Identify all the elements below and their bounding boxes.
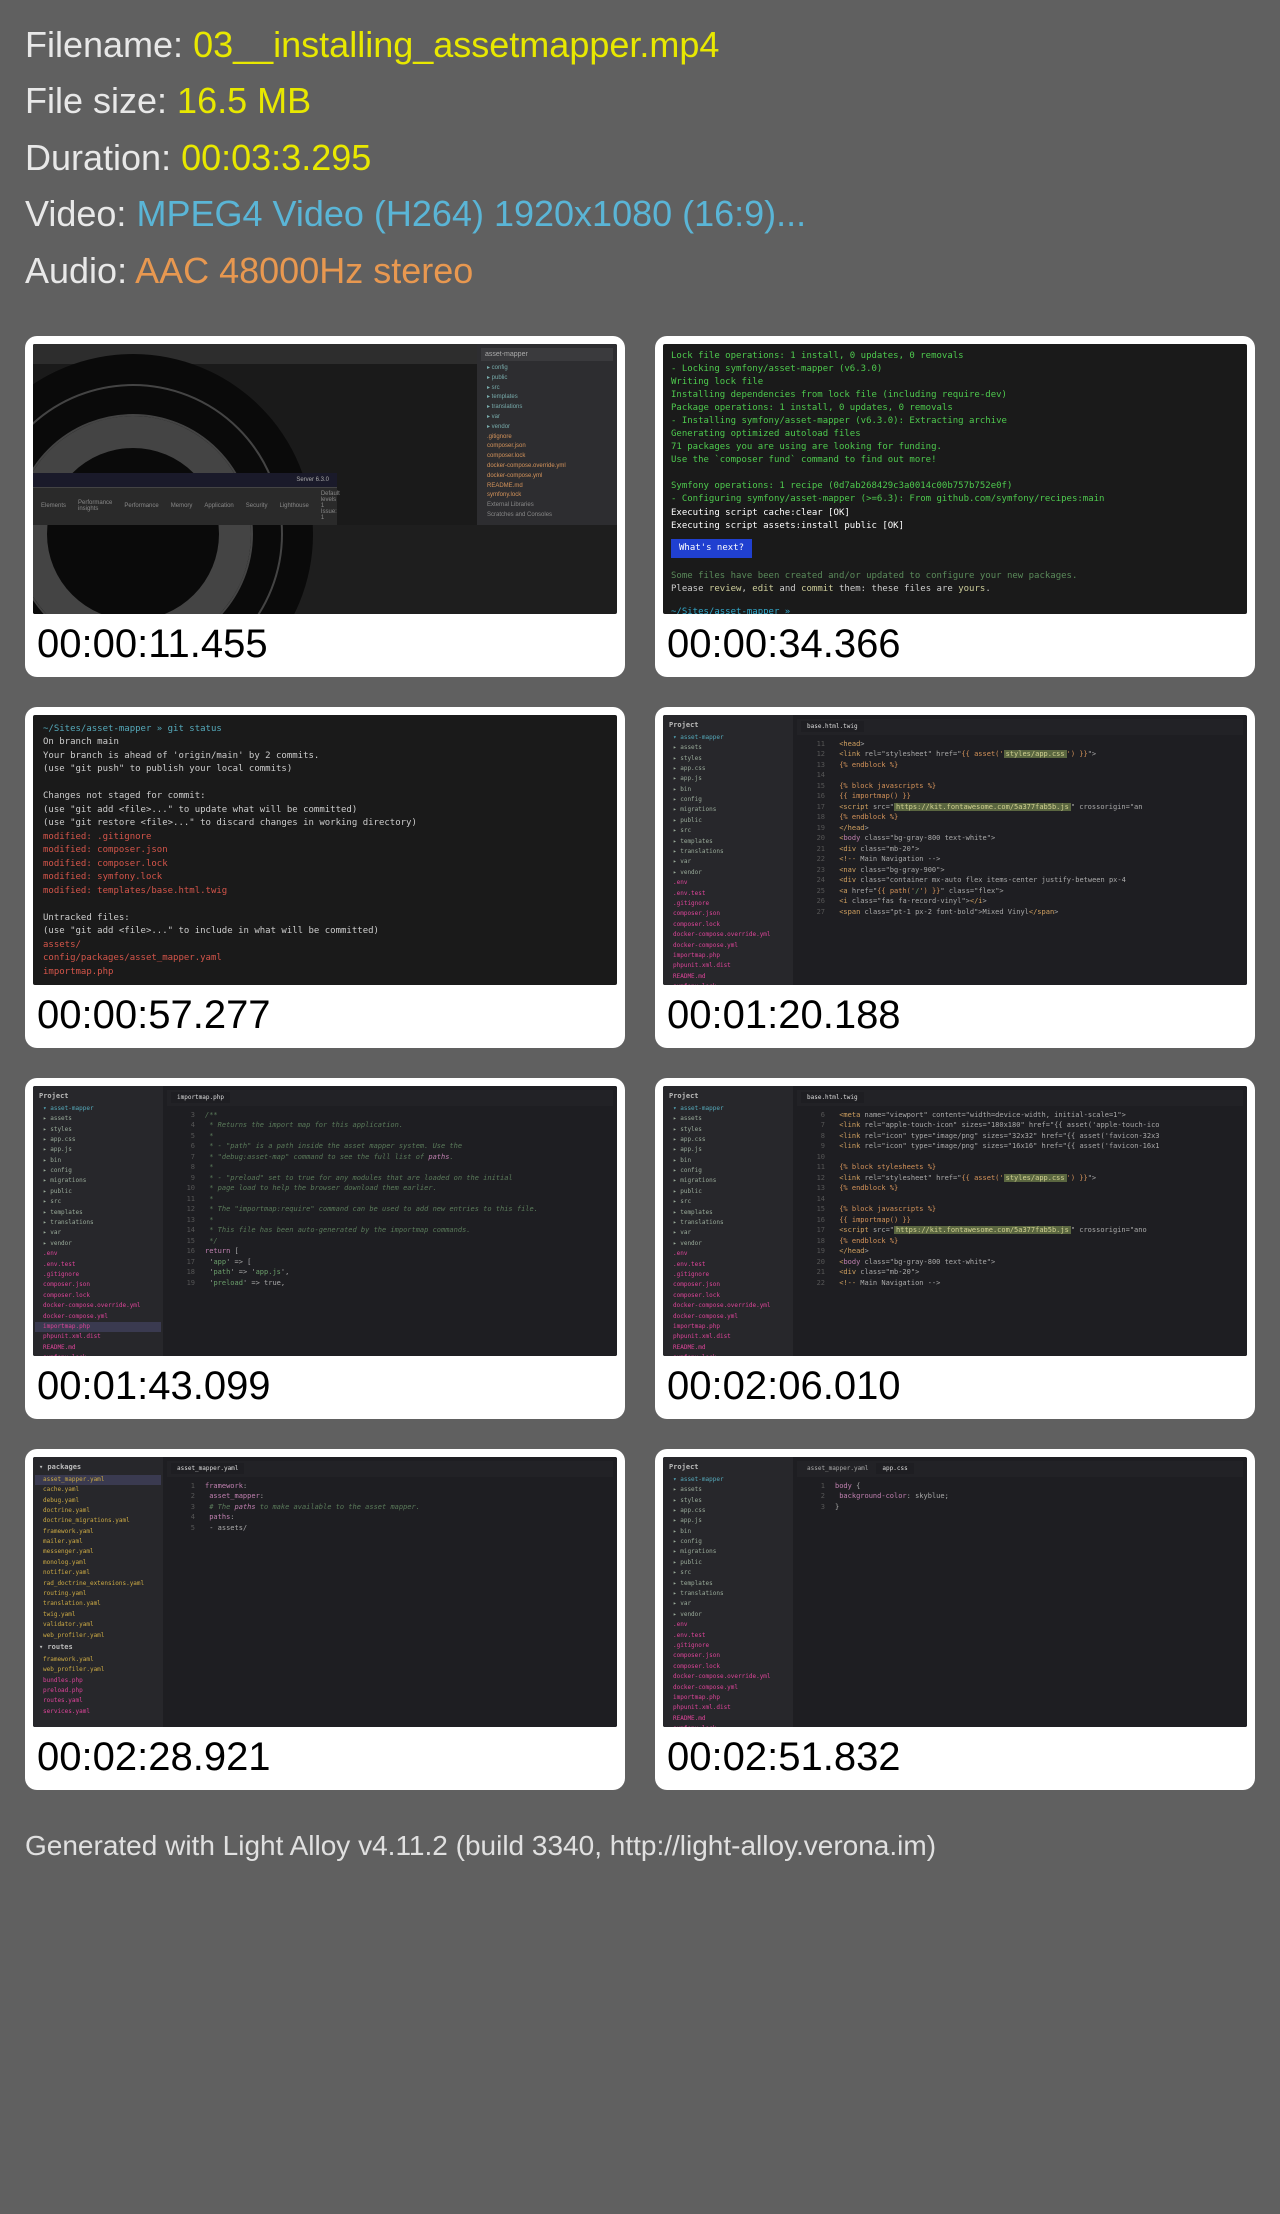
thumbnail-image: ~/Sites/asset-mapper » git statusOn bran… xyxy=(33,715,617,985)
whats-next-button: What's next? xyxy=(671,539,752,558)
timestamp: 00:02:28.921 xyxy=(33,1727,617,1782)
generator-footer: Generated with Light Alloy v4.11.2 (buil… xyxy=(25,1830,1255,1862)
code-editor: 1body {2 background-color: skyblue;3} xyxy=(797,1477,1243,1517)
filesize-label: File size: xyxy=(25,80,167,121)
thumbnail-card: Lock file operations: 1 install, 0 updat… xyxy=(655,336,1255,677)
thumbnail-image: Project▾ asset-mapper ▸ assets ▸ styles … xyxy=(33,1086,617,1356)
ide-sidebar: Project▾ asset-mapper ▸ assets ▸ styles … xyxy=(33,1086,163,1356)
ide-tabs: importmap.php xyxy=(167,1090,613,1106)
duration-value: 00:03:3.295 xyxy=(181,137,371,178)
timestamp: 00:02:51.832 xyxy=(663,1727,1247,1782)
audio-row: Audio: AAC 48000Hz stereo xyxy=(25,246,1255,296)
filename-row: Filename: 03__installing_assetmapper.mp4 xyxy=(25,20,1255,70)
code-editor: 11 <head>12 <link rel="stylesheet" href=… xyxy=(797,735,1243,922)
ide-sidebar: Project▾ asset-mapper ▸ assets ▸ styles … xyxy=(663,1086,793,1356)
thumbnail-image: ▾ packages asset_mapper.yaml cache.yaml … xyxy=(33,1457,617,1727)
audio-label: Audio: xyxy=(25,250,127,291)
duration-row: Duration: 00:03:3.295 xyxy=(25,133,1255,183)
browser-devtools-tabs: ElementsPerformance insightsPerformanceM… xyxy=(33,487,337,525)
ide-sidebar: ▾ packages asset_mapper.yaml cache.yaml … xyxy=(33,1457,163,1727)
thumbnail-grid: Server 6.3.0 ElementsPerformance insight… xyxy=(25,336,1255,1790)
thumbnail-card: ~/Sites/asset-mapper » git statusOn bran… xyxy=(25,707,625,1048)
thumbnail-card: Project▾ asset-mapper ▸ assets ▸ styles … xyxy=(25,1078,625,1419)
video-value: MPEG4 Video (H264) 1920x1080 (16:9)... xyxy=(136,193,806,234)
filename-value: 03__installing_assetmapper.mp4 xyxy=(193,24,719,65)
thumbnail-card: Project▾ asset-mapper ▸ assets ▸ styles … xyxy=(655,707,1255,1048)
file-info-block: Filename: 03__installing_assetmapper.mp4… xyxy=(25,20,1255,296)
duration-label: Duration: xyxy=(25,137,171,178)
video-label: Video: xyxy=(25,193,126,234)
filesize-row: File size: 16.5 MB xyxy=(25,76,1255,126)
thumbnail-image: Project▾ asset-mapper ▸ assets ▸ styles … xyxy=(663,1457,1247,1727)
timestamp: 00:01:43.099 xyxy=(33,1356,617,1411)
thumbnail-image: Project▾ asset-mapper ▸ assets ▸ styles … xyxy=(663,1086,1247,1356)
timestamp: 00:00:11.455 xyxy=(33,614,617,669)
code-editor: 6 <meta name="viewport" content="width=d… xyxy=(797,1106,1243,1293)
thumbnail-image: Server 6.3.0 ElementsPerformance insight… xyxy=(33,344,617,614)
timestamp: 00:00:57.277 xyxy=(33,985,617,1040)
video-row: Video: MPEG4 Video (H264) 1920x1080 (16:… xyxy=(25,189,1255,239)
timestamp: 00:01:20.188 xyxy=(663,985,1247,1040)
code-editor: 1framework:2 asset_mapper:3 # The paths … xyxy=(167,1477,613,1538)
thumbnail-card: Project▾ asset-mapper ▸ assets ▸ styles … xyxy=(655,1078,1255,1419)
ide-tabs: base.html.twig xyxy=(797,719,1243,735)
ide-tabs: asset_mapper.yaml app.css xyxy=(797,1461,1243,1477)
audio-value: AAC 48000Hz stereo xyxy=(135,250,473,291)
thumbnail-card: Project▾ asset-mapper ▸ assets ▸ styles … xyxy=(655,1449,1255,1790)
thumbnail-image: Project▾ asset-mapper ▸ assets ▸ styles … xyxy=(663,715,1247,985)
filename-label: Filename: xyxy=(25,24,183,65)
ide-sidebar: asset-mapper ▸ config▸ public▸ src▸ temp… xyxy=(477,344,617,525)
thumbnail-card: ▾ packages asset_mapper.yaml cache.yaml … xyxy=(25,1449,625,1790)
timestamp: 00:00:34.366 xyxy=(663,614,1247,669)
timestamp: 00:02:06.010 xyxy=(663,1356,1247,1411)
ide-sidebar: Project▾ asset-mapper ▸ assets ▸ styles … xyxy=(663,715,793,985)
ide-sidebar: Project▾ asset-mapper ▸ assets ▸ styles … xyxy=(663,1457,793,1727)
symfony-toolbar: Server 6.3.0 xyxy=(33,473,337,487)
filesize-value: 16.5 MB xyxy=(177,80,311,121)
thumbnail-image: Lock file operations: 1 install, 0 updat… xyxy=(663,344,1247,614)
code-editor: 3/**4 * Returns the import map for this … xyxy=(167,1106,613,1293)
ide-tabs: asset_mapper.yaml xyxy=(167,1461,613,1477)
thumbnail-card: Server 6.3.0 ElementsPerformance insight… xyxy=(25,336,625,677)
ide-tabs: base.html.twig xyxy=(797,1090,1243,1106)
